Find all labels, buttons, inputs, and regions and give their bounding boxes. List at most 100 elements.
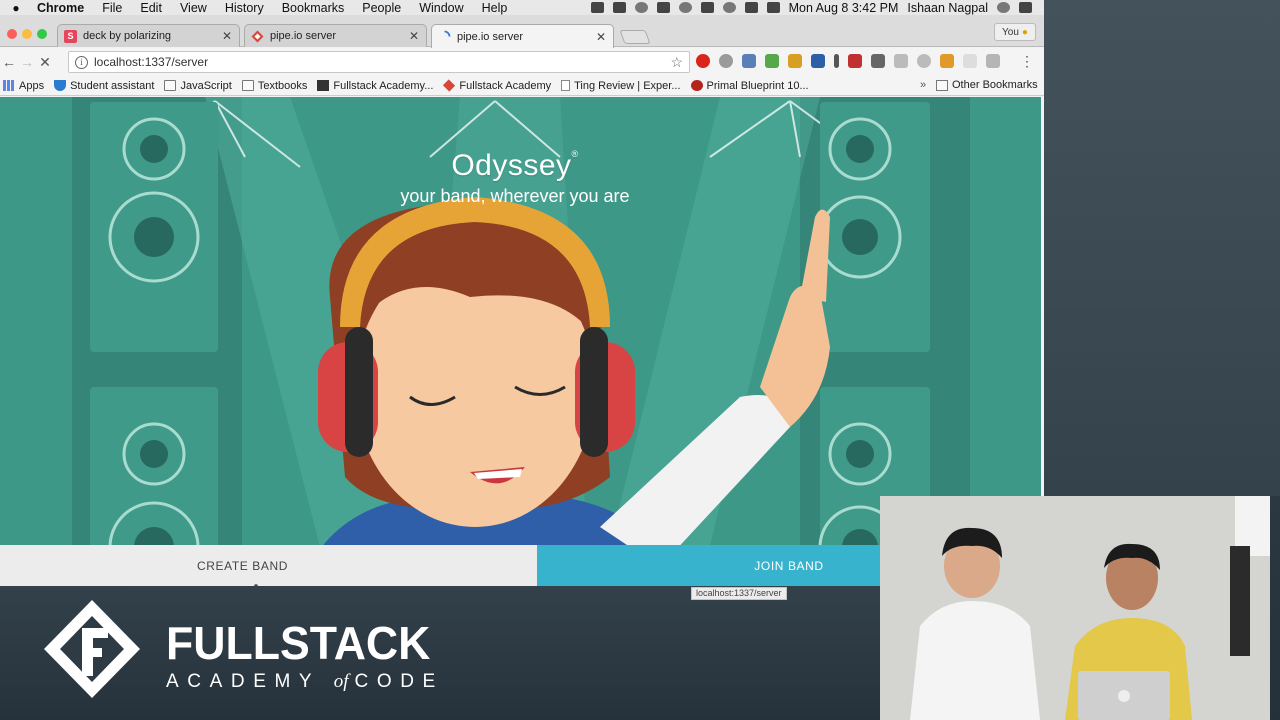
diamond-icon: [251, 30, 264, 43]
bookmark-apps[interactable]: Apps: [3, 80, 44, 92]
arc-extension-icon[interactable]: [940, 54, 954, 68]
checkbox-extension-icon[interactable]: [811, 54, 825, 68]
hand-cursor-icon: [254, 584, 258, 586]
shield-extension-icon[interactable]: [871, 54, 885, 68]
bookmark-javascript[interactable]: JavaScript: [164, 79, 232, 92]
browser-toolbar: ← → ✕ i localhost:1337/server ☆ ⋮: [0, 48, 1044, 76]
vimeo-extension-icon[interactable]: [742, 54, 756, 68]
bookmarks-bar: Apps Student assistant JavaScript Textbo…: [0, 76, 1044, 96]
bookmark-label: Fullstack Academy...: [333, 79, 434, 92]
bookmark-label: Ting Review | Exper...: [574, 79, 681, 92]
menu-history[interactable]: History: [225, 1, 264, 15]
other-bookmarks[interactable]: Other Bookmarks: [936, 79, 1038, 91]
pin-extension-icon[interactable]: [719, 54, 733, 68]
fullstack-wordmark: FULLSTACK ACADEMY of CODE: [166, 618, 444, 693]
forward-button[interactable]: →: [18, 54, 36, 70]
brand-of: of: [333, 671, 349, 692]
mac-menu-bar: ● Chrome File Edit View History Bookmark…: [0, 0, 1044, 15]
primal-icon: [690, 80, 703, 91]
registered-mark: ®: [571, 149, 579, 159]
tab-title: deck by polarizing: [83, 30, 172, 42]
profile-label: You: [1002, 26, 1019, 38]
close-tab-icon[interactable]: ✕: [595, 30, 607, 44]
folder-icon: [164, 80, 177, 91]
menu-file[interactable]: File: [102, 1, 122, 15]
bookmark-fullstack-academy-2[interactable]: Fullstack Academy: [443, 79, 552, 92]
tab-deck-by-polarizing[interactable]: S deck by polarizing ✕: [57, 24, 240, 47]
airplay-icon[interactable]: [656, 2, 670, 13]
status-menus: Mon Aug 8 3:42 PM Ishaan Nagpal: [590, 1, 1044, 15]
tab-pipe-io-server[interactable]: pipe.io server ✕: [244, 24, 427, 47]
bluetooth-icon[interactable]: [700, 2, 714, 13]
link-status-bar: localhost:1337/server: [691, 587, 787, 600]
chat-icon[interactable]: [612, 2, 626, 13]
bookmark-label: Student assistant: [70, 79, 155, 92]
circle-extension-icon[interactable]: [917, 54, 931, 68]
bookmark-textbooks[interactable]: Textbooks: [241, 80, 307, 92]
menu-help[interactable]: Help: [482, 1, 508, 15]
apps-grid-icon: [3, 80, 15, 91]
brand-subtitle: ACADEMY of CODE: [166, 671, 444, 693]
address-bar[interactable]: i localhost:1337/server ☆: [68, 51, 690, 73]
bookmark-student-assistant[interactable]: Student assistant: [54, 80, 154, 92]
menu-bookmarks[interactable]: Bookmarks: [282, 1, 345, 15]
profile-button[interactable]: You ●: [994, 23, 1036, 41]
bookmark-label: Primal Blueprint 10...: [706, 79, 809, 92]
bookmark-label: Fullstack Academy: [459, 79, 552, 92]
bookmarks-overflow-button[interactable]: »: [920, 79, 926, 91]
bookmark-label: JavaScript: [180, 79, 232, 92]
tab-title: pipe.io server: [270, 30, 337, 42]
stop-loading-button[interactable]: ✕: [36, 54, 54, 71]
back-button[interactable]: ←: [0, 54, 18, 70]
page-tagline: your band, wherever you are: [400, 186, 630, 206]
brand-name: FULLSTACK: [166, 617, 431, 669]
bookmark-fullstack-academy-1[interactable]: Fullstack Academy...: [317, 80, 433, 92]
notification-center-icon[interactable]: [1019, 2, 1032, 13]
shield-icon: [54, 80, 67, 91]
battery-icon[interactable]: [766, 2, 780, 13]
close-tab-icon[interactable]: ✕: [221, 29, 233, 43]
window-close-button[interactable]: [7, 29, 17, 39]
badge-extension-icon[interactable]: [848, 54, 862, 68]
dropbox-extension-icon[interactable]: [986, 54, 1000, 68]
tools-extension-icon[interactable]: [788, 54, 802, 68]
profile-emoji-icon: ●: [1021, 26, 1028, 38]
slides-icon: S: [64, 29, 77, 43]
window-zoom-button[interactable]: [37, 29, 47, 39]
menu-user-name[interactable]: Ishaan Nagpal: [907, 1, 988, 15]
bookmark-primal-blueprint[interactable]: Primal Blueprint 10...: [690, 79, 809, 92]
tab-pipe-io-server-active[interactable]: pipe.io server ✕: [431, 24, 614, 48]
chrome-menu-icon[interactable]: ⋮: [1020, 53, 1034, 70]
printer-extension-icon[interactable]: [894, 54, 908, 68]
tab-title: pipe.io server: [457, 30, 524, 43]
spotlight-search-icon[interactable]: [997, 2, 1010, 13]
webcam-overlay: [880, 496, 1270, 720]
menu-window[interactable]: Window: [419, 1, 463, 15]
menu-edit[interactable]: Edit: [140, 1, 162, 15]
wifi-icon[interactable]: [722, 2, 736, 13]
menu-people[interactable]: People: [362, 1, 401, 15]
sync-icon[interactable]: [634, 2, 648, 13]
menu-app-name[interactable]: Chrome: [37, 1, 84, 15]
bookmark-star-icon[interactable]: ☆: [670, 54, 683, 71]
bookmark-ting-review[interactable]: Ting Review | Exper...: [561, 79, 681, 92]
menu-clock[interactable]: Mon Aug 8 3:42 PM: [789, 1, 899, 15]
info-icon[interactable]: i: [75, 55, 88, 69]
evernote-extension-icon[interactable]: [765, 54, 779, 68]
blank-extension-icon[interactable]: [963, 54, 977, 68]
tab-strip: S deck by polarizing ✕ pipe.io server ✕ …: [0, 15, 1044, 48]
window-minimize-button[interactable]: [22, 29, 32, 39]
evernote-icon[interactable]: [590, 2, 604, 13]
menu-view[interactable]: View: [180, 1, 207, 15]
brand-academy: ACADEMY: [166, 671, 320, 692]
create-band-button[interactable]: CREATE BAND: [0, 545, 537, 586]
time-machine-icon[interactable]: [678, 2, 692, 13]
close-tab-icon[interactable]: ✕: [408, 29, 420, 43]
opera-extension-icon[interactable]: [696, 54, 710, 68]
folder-icon: [936, 79, 948, 91]
apple-menu-icon[interactable]: ●: [9, 1, 23, 15]
volume-icon[interactable]: [744, 2, 758, 13]
loading-spinner-icon: [438, 30, 451, 43]
new-tab-button[interactable]: [619, 30, 651, 44]
text-extension-icon[interactable]: [834, 54, 839, 68]
